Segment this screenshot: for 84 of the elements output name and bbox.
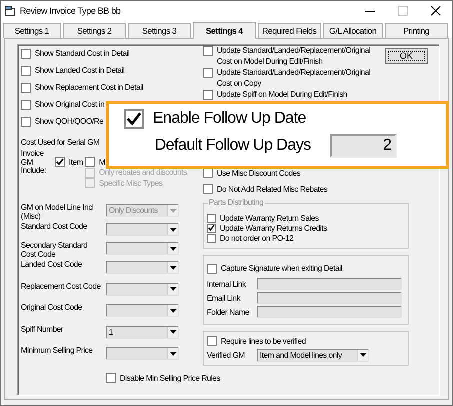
field-label: Folder Name xyxy=(207,308,250,316)
field-label: Invoice GM Include: xyxy=(21,150,48,177)
field-label: Landed Cost Code xyxy=(21,261,84,270)
dropdown[interactable] xyxy=(106,242,179,255)
checkbox[interactable] xyxy=(21,116,31,126)
app-icon xyxy=(5,6,16,16)
checkbox[interactable] xyxy=(207,234,216,242)
checkbox[interactable] xyxy=(106,373,116,383)
field-label: Original Cost Code xyxy=(21,304,84,312)
checkbox-label: Only rebates and discounts xyxy=(99,168,188,178)
dropdown[interactable] xyxy=(106,347,179,360)
ok-button[interactable]: OK xyxy=(385,48,428,64)
checkbox-label: Specific Misc Types xyxy=(99,178,163,188)
checkbox[interactable] xyxy=(21,66,31,76)
caret-icon xyxy=(170,246,176,250)
checkbox-label: Show Standard Cost in Detail xyxy=(35,49,130,58)
field-label: Verified GM xyxy=(207,350,246,360)
checkbox-label: Disable Min Selling Price Rules xyxy=(120,374,220,382)
checkbox[interactable] xyxy=(207,224,216,232)
checkbox[interactable] xyxy=(203,46,213,56)
checkbox-label: Do not order on PO-12 xyxy=(220,234,294,242)
field-label: Email Link xyxy=(207,294,242,302)
tab[interactable]: Settings 1 xyxy=(3,23,61,38)
section-label: Cost Used for Serial GM xyxy=(21,138,100,147)
checkbox-label: Do Not Add Related Misc Rebates xyxy=(217,184,328,194)
checkbox-label: Update Warranty Return Sales xyxy=(220,214,319,222)
caret-icon xyxy=(170,208,176,212)
caret-icon xyxy=(360,353,366,357)
tab[interactable]: Settings 3 xyxy=(128,23,191,38)
checkbox[interactable] xyxy=(203,184,213,194)
checkbox-label: Show QOH/QOO/Re xyxy=(35,117,104,126)
checkbox[interactable] xyxy=(207,264,217,274)
dropdown[interactable]: 1 xyxy=(106,326,179,338)
checkbox[interactable] xyxy=(207,214,216,222)
field-label: GM on Model Line Incl (Misc) xyxy=(21,204,95,221)
checkbox[interactable] xyxy=(55,157,65,168)
field-label: Replacement Cost Code xyxy=(21,282,101,291)
caret-icon xyxy=(170,228,176,232)
group-title: Parts Distributing xyxy=(208,198,265,207)
checkbox-label: Update Standard/Landed/Replacement/Original Cost on Model During Edit/Finish xyxy=(217,45,372,67)
checkbox-label: Show Original Cost in xyxy=(35,100,105,109)
checkbox[interactable] xyxy=(85,157,96,168)
caret-icon xyxy=(170,352,176,356)
checkbox-label: Show Replacement Cost in Detail xyxy=(35,83,144,92)
dropdown[interactable] xyxy=(106,282,179,296)
caret-icon xyxy=(170,308,176,312)
checkbox[interactable] xyxy=(207,336,217,346)
dropdown[interactable] xyxy=(106,304,179,317)
checkbox-label: Use Misc Discount Codes xyxy=(217,168,301,178)
checkbox-label: Require lines to be verified xyxy=(221,336,306,346)
checkbox-label: Show Landed Cost in Detail xyxy=(35,66,125,75)
checkbox-label: Item xyxy=(69,158,84,167)
checkbox[interactable] xyxy=(203,168,213,178)
dropdown[interactable]: Item and Model lines only xyxy=(257,348,369,362)
checkbox-label: Capture Signature when exiting Detail xyxy=(221,264,342,273)
tab[interactable]: Required Fields xyxy=(258,23,321,38)
tab[interactable]: Settings 4 xyxy=(193,22,256,39)
tab[interactable]: G/L Allocation xyxy=(323,23,383,38)
field-label: Internal Link xyxy=(207,280,248,288)
caret-icon xyxy=(170,330,176,334)
field-label: Default Follow Up Days xyxy=(154,137,311,155)
checkbox-label: Update Spiff on Model During Edit/Finish xyxy=(217,89,348,100)
field-label: Secondary Standard Cost Code xyxy=(21,242,89,259)
tab[interactable]: Settings 2 xyxy=(63,23,126,38)
checkbox-label: Update Standard/Landed/Replacement/Original Cost on Copy xyxy=(217,67,372,89)
tab[interactable]: Printing xyxy=(385,23,448,38)
dropdown[interactable] xyxy=(106,261,179,274)
field-label: Minimum Selling Price xyxy=(21,347,94,356)
number-field[interactable]: 2 xyxy=(330,134,397,158)
checkbox[interactable] xyxy=(21,100,31,110)
dropdown[interactable] xyxy=(106,223,179,236)
field-label: Spiff Number xyxy=(21,326,64,334)
caret-icon xyxy=(170,266,176,270)
checkbox-label: M xyxy=(99,158,106,167)
checkbox-label: Update Warranty Returns Credits xyxy=(220,224,328,232)
checkbox[interactable] xyxy=(21,82,31,92)
checkbox[interactable] xyxy=(21,48,31,58)
checkbox-label: Enable Follow Up Date xyxy=(153,110,306,128)
caret-icon xyxy=(170,287,176,291)
checkbox[interactable] xyxy=(203,68,213,78)
checkbox[interactable] xyxy=(124,109,144,129)
checkbox[interactable] xyxy=(203,90,213,100)
field-label: Standard Cost Code xyxy=(21,223,88,232)
window-title: Review Invoice Type BB bb xyxy=(20,6,121,16)
